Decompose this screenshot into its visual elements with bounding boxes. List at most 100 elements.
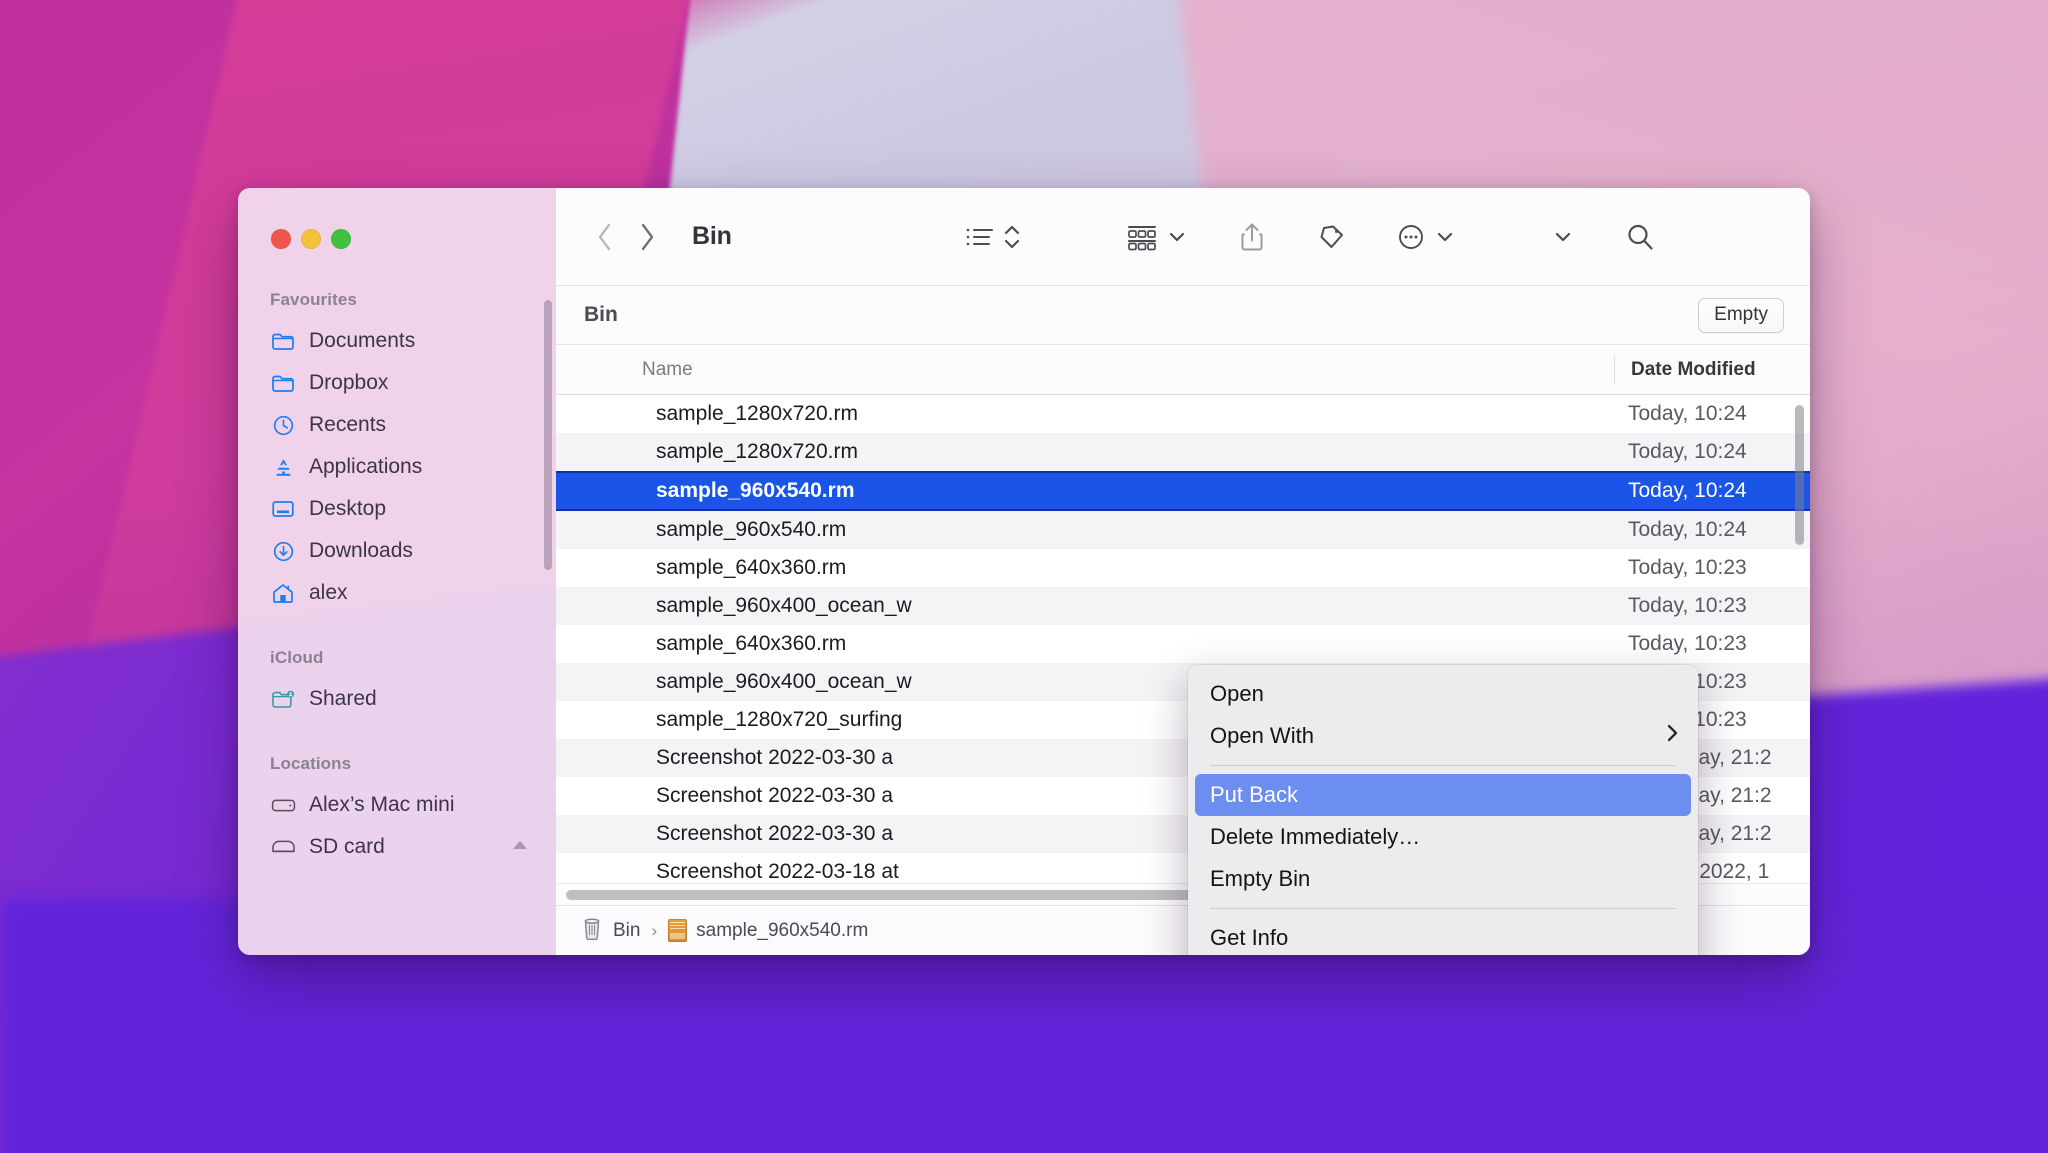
sort-updown-icon[interactable] (1002, 221, 1022, 253)
menu-separator (1210, 908, 1676, 909)
sidebar-item-label: SD card (309, 835, 385, 859)
menu-item-open-with[interactable]: Open With (1188, 715, 1698, 757)
sidebar-item-downloads[interactable]: Downloads (238, 530, 556, 572)
media-file-icon (616, 439, 642, 465)
share-icon[interactable] (1238, 221, 1266, 253)
sidebar-item-label: Alex’s Mac mini (309, 793, 454, 817)
tag-icon[interactable] (1316, 222, 1346, 252)
bin-header-bar: Bin Empty (556, 285, 1810, 344)
submenu-chevron-right-icon (1664, 722, 1680, 750)
context-menu: Open Open With Put Back Delete Immediate… (1188, 665, 1698, 955)
sidebar-item-mac-mini[interactable]: Alex’s Mac mini (238, 784, 556, 826)
desktop-wallpaper: Favourites Documents Dropbox (0, 0, 2048, 1153)
folder-icon (270, 370, 296, 396)
sidebar-item-documents[interactable]: Documents (238, 320, 556, 362)
group-by-control[interactable] (1126, 222, 1188, 252)
file-date: Today, 10:24 (1614, 479, 1810, 503)
file-list-scrollbar[interactable] (1795, 405, 1804, 545)
sidebar-section-favourites: Favourites (238, 290, 556, 310)
more-actions-control[interactable] (1396, 222, 1456, 252)
list-view-icon[interactable] (964, 222, 996, 252)
media-file-icon (616, 555, 642, 581)
chevron-right-icon[interactable] (626, 216, 668, 258)
sidebar-item-label: Downloads (309, 539, 413, 563)
appstore-icon (270, 454, 296, 480)
toolbar-expand-chevron-down-icon[interactable] (1552, 226, 1574, 248)
path-file[interactable]: sample_960x540.rm (696, 920, 868, 942)
menu-item-label: Empty Bin (1210, 866, 1310, 892)
sidebar-item-label: Recents (309, 413, 386, 437)
file-name: sample_960x540.rm (656, 518, 1614, 542)
table-row[interactable]: sample_960x400_ocean_w Today, 10:23 (556, 587, 1810, 625)
table-row[interactable]: sample_1280x720.rm Today, 10:24 (556, 433, 1810, 471)
table-row-selected[interactable]: sample_960x540.rm Today, 10:24 (556, 471, 1810, 511)
search-icon[interactable] (1624, 221, 1656, 253)
close-button[interactable] (271, 229, 291, 249)
more-ellipsis-icon[interactable] (1396, 222, 1426, 252)
chevron-left-icon[interactable] (584, 216, 626, 258)
empty-bin-button[interactable]: Empty (1698, 298, 1784, 333)
sidebar-item-label: Dropbox (309, 371, 388, 395)
table-row[interactable]: sample_640x360.rm Today, 10:23 (556, 625, 1810, 663)
menu-item-delete-immediately[interactable]: Delete Immediately… (1188, 816, 1698, 858)
column-header-name[interactable]: Name (556, 359, 1614, 381)
column-header-date-modified[interactable]: Date Modified (1614, 356, 1810, 384)
menu-item-put-back[interactable]: Put Back (1195, 774, 1691, 816)
file-date: Today, 10:24 (1614, 518, 1810, 542)
toolbar: Bin (556, 188, 1810, 285)
media-file-icon (616, 478, 642, 504)
file-name: sample_960x540.rm (656, 479, 1614, 503)
chevron-down-icon[interactable] (1434, 226, 1456, 248)
eject-icon[interactable] (510, 835, 530, 859)
table-row[interactable]: sample_640x360.rm Today, 10:23 (556, 549, 1810, 587)
home-icon (270, 580, 296, 606)
screenshot-purple-icon (616, 821, 642, 847)
path-separator: › (651, 921, 657, 941)
table-row[interactable]: sample_1280x720.rm Today, 10:24 (556, 395, 1810, 433)
chevron-down-icon[interactable] (1166, 226, 1188, 248)
table-row[interactable]: sample_960x540.rm Today, 10:24 (556, 511, 1810, 549)
file-name: sample_1280x720.rm (656, 402, 1614, 426)
minimize-button[interactable] (301, 229, 321, 249)
sidebar-item-applications[interactable]: Applications (238, 446, 556, 488)
file-date: Today, 10:24 (1614, 440, 1810, 464)
folder-icon (270, 328, 296, 354)
sidebar-item-label: Applications (309, 455, 422, 479)
sidebar-item-label: Shared (309, 687, 377, 711)
page-title: Bin (692, 222, 732, 251)
sidebar-item-sd-card[interactable]: SD card (238, 826, 556, 868)
view-mode-control[interactable] (964, 221, 1022, 253)
horizontal-scrollbar-thumb[interactable] (566, 890, 1220, 900)
menu-item-empty-bin[interactable]: Empty Bin (1188, 858, 1698, 900)
media-file-icon (616, 401, 642, 427)
column-header-row: Name Date Modified (556, 344, 1810, 395)
clock-icon (270, 412, 296, 438)
zoom-button[interactable] (331, 229, 351, 249)
sidebar-item-recents[interactable]: Recents (238, 404, 556, 446)
traffic-lights (238, 200, 556, 249)
menu-item-label: Put Back (1210, 782, 1298, 808)
file-date: Today, 10:23 (1614, 632, 1810, 656)
sidebar-item-dropbox[interactable]: Dropbox (238, 362, 556, 404)
media-file-icon (616, 593, 642, 619)
file-name: sample_960x400_ocean_w (656, 594, 1614, 618)
sidebar-item-alex[interactable]: alex (238, 572, 556, 614)
download-icon (270, 538, 296, 564)
sidebar: Favourites Documents Dropbox (238, 188, 556, 955)
file-date: Today, 10:23 (1614, 594, 1810, 618)
sidebar-scrollbar[interactable] (544, 300, 552, 570)
menu-item-label: Get Info (1210, 925, 1288, 951)
sidebar-item-shared[interactable]: Shared (238, 678, 556, 720)
sidebar-section-icloud: iCloud (238, 648, 556, 668)
screenshot-purple-icon (616, 859, 642, 883)
menu-item-label: Open (1210, 681, 1264, 707)
desktop-icon (270, 496, 296, 522)
sidebar-item-desktop[interactable]: Desktop (238, 488, 556, 530)
file-name: sample_1280x720.rm (656, 440, 1614, 464)
sd-card-icon (270, 834, 296, 860)
shared-folder-icon (270, 686, 296, 712)
menu-item-get-info[interactable]: Get Info (1188, 917, 1698, 955)
path-root[interactable]: Bin (613, 920, 640, 942)
menu-item-open[interactable]: Open (1188, 673, 1698, 715)
group-view-icon[interactable] (1126, 222, 1158, 252)
